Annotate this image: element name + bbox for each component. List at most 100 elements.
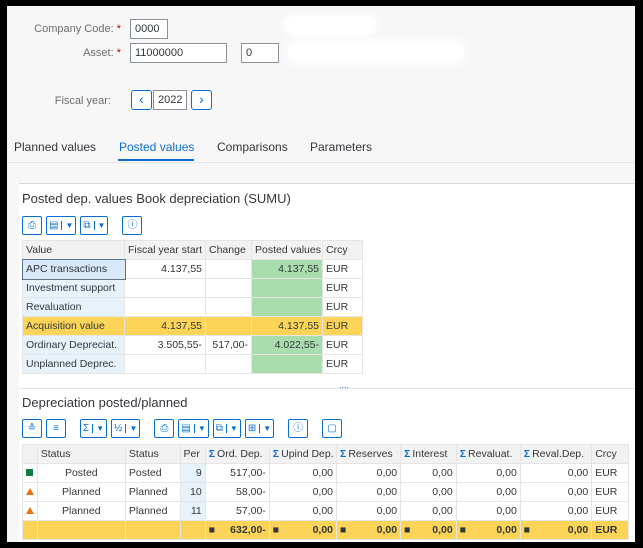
posted-cell: 4.137,55 bbox=[251, 259, 323, 279]
sum-icon: Σ bbox=[404, 448, 411, 460]
table-row[interactable]: Planned Planned 10 58,00- 0,00 0,00 0,00… bbox=[22, 482, 629, 502]
interest-total: ■ 0,00 bbox=[400, 520, 457, 540]
posted-cell: 4.022,55- bbox=[251, 335, 323, 355]
chevron-down-icon: ▼ bbox=[225, 424, 238, 433]
chevron-down-icon: ▼ bbox=[259, 424, 272, 433]
asset-subnumber-input[interactable]: 0 bbox=[241, 43, 279, 63]
crcy-cell: EUR bbox=[591, 463, 629, 483]
prev-year-button[interactable]: ‹ bbox=[131, 90, 152, 110]
table-row[interactable]: Investment support EUR bbox=[22, 278, 363, 298]
export-menu-button[interactable]: ▤ ▼ bbox=[46, 216, 77, 235]
value-cell[interactable]: Revaluation bbox=[22, 297, 125, 317]
export-icon: ▤ bbox=[181, 423, 191, 434]
column-header[interactable]: Fiscal year start bbox=[124, 240, 206, 260]
column-header[interactable]: Value bbox=[22, 240, 125, 260]
export-menu-button[interactable]: ▤ ▼ bbox=[178, 419, 209, 438]
table-row[interactable]: Acquisition value 4.137,55 4.137,55 EUR bbox=[22, 316, 363, 336]
redacted-area bbox=[283, 14, 378, 36]
details-button[interactable]: ⓘ bbox=[288, 419, 309, 438]
reval-dep-total: ■ 0,00 bbox=[519, 520, 593, 540]
collapse-button[interactable]: ≙ bbox=[22, 419, 42, 438]
printer-icon: ⎙ bbox=[28, 220, 36, 231]
copy-icon: ⧉ bbox=[83, 220, 91, 231]
column-header[interactable]: Status bbox=[36, 444, 126, 464]
chevron-down-icon: ▼ bbox=[125, 424, 138, 433]
details-button[interactable]: ⓘ bbox=[122, 216, 143, 235]
column-header[interactable]: Σ Revaluat. bbox=[455, 444, 521, 464]
change-cell bbox=[205, 278, 252, 298]
chevron-down-icon: ▼ bbox=[61, 221, 74, 230]
column-header[interactable]: Change bbox=[205, 240, 252, 260]
value-cell[interactable]: Unplanned Deprec. bbox=[22, 354, 125, 374]
tab-parameters[interactable]: Parameters bbox=[310, 140, 372, 154]
reval-dep-cell: 0,00 bbox=[519, 482, 593, 502]
column-header[interactable]: Crcy bbox=[322, 240, 363, 260]
table-row[interactable]: Posted Posted 9 517,00- 0,00 0,00 0,00 0… bbox=[22, 463, 629, 483]
column-header[interactable]: Status bbox=[124, 444, 181, 464]
column-header[interactable]: Σ Interest bbox=[400, 444, 457, 464]
status-icon-cell bbox=[22, 463, 38, 483]
depreciation-title: Depreciation posted/planned bbox=[22, 395, 188, 410]
content-panel: Posted dep. values Book depreciation (SU… bbox=[19, 183, 635, 542]
next-year-button[interactable]: › bbox=[191, 90, 212, 110]
unpl-dep-total: ■ 0,00 bbox=[268, 520, 338, 540]
period-cell: 11 bbox=[179, 501, 206, 521]
layout-menu-button[interactable]: ⊞ ▼ bbox=[244, 419, 275, 438]
views-menu-button[interactable]: ⧉ ▼ bbox=[212, 419, 241, 438]
column-header[interactable]: Posted values bbox=[251, 240, 323, 260]
column-header[interactable]: Σ Reval.Dep. bbox=[519, 444, 593, 464]
value-cell[interactable]: Acquisition value bbox=[22, 316, 125, 336]
column-header[interactable]: Σ Ord. Dep. bbox=[204, 444, 270, 464]
change-cell bbox=[205, 354, 252, 374]
views-menu-button[interactable]: ⧉ ▼ bbox=[80, 216, 109, 235]
subtotal-menu-button[interactable]: ½ ▼ bbox=[111, 419, 141, 438]
fy-start-cell bbox=[124, 278, 206, 298]
status-icon-cell bbox=[22, 501, 38, 521]
tab-planned-values[interactable]: Planned values bbox=[14, 140, 96, 154]
filter-button[interactable]: ≡ bbox=[46, 419, 66, 438]
table-row[interactable]: APC transactions 4.137,55 4.137,55 EUR bbox=[21, 258, 363, 280]
unpl-dep-cell: 0,00 bbox=[268, 501, 338, 521]
table-row[interactable]: Unplanned Deprec. EUR bbox=[22, 354, 363, 374]
interest-cell: 0,00 bbox=[400, 501, 457, 521]
tab-posted-values[interactable]: Posted values bbox=[119, 140, 194, 154]
asset-input[interactable]: 11000000 bbox=[130, 43, 227, 63]
interest-cell: 0,00 bbox=[400, 463, 457, 483]
reserves-cell: 0,00 bbox=[335, 482, 402, 502]
value-cell[interactable]: APC transactions bbox=[21, 258, 126, 280]
column-header[interactable]: Σ Upind Dep. bbox=[268, 444, 338, 464]
tab-comparisons[interactable]: Comparisons bbox=[217, 140, 288, 154]
column-header[interactable]: Per bbox=[179, 444, 206, 464]
table-row[interactable]: Revaluation EUR bbox=[22, 297, 363, 317]
document-button[interactable]: ▢ bbox=[322, 419, 343, 438]
change-cell bbox=[205, 316, 252, 336]
chevron-down-icon: ▼ bbox=[93, 221, 106, 230]
column-header[interactable]: Crcy bbox=[591, 444, 629, 464]
crcy-cell: EUR bbox=[322, 259, 363, 279]
revaluation-cell: 0,00 bbox=[455, 482, 521, 502]
crcy-cell: EUR bbox=[322, 354, 363, 374]
layout-icon: ⊞ bbox=[247, 423, 257, 434]
column-header[interactable]: Σ Reserves bbox=[335, 444, 402, 464]
print-button[interactable]: ⎙ bbox=[22, 216, 42, 235]
change-cell bbox=[205, 297, 252, 317]
crcy-cell: EUR bbox=[322, 316, 363, 336]
value-cell[interactable]: Investment support bbox=[22, 278, 125, 298]
fy-start-cell: 3.505,55- bbox=[124, 335, 206, 355]
status-icon-cell bbox=[22, 482, 38, 502]
print-button[interactable]: ⎙ bbox=[154, 419, 175, 438]
reserves-cell: 0,00 bbox=[335, 463, 402, 483]
fiscal-year-label: Fiscal year: bbox=[54, 95, 111, 107]
active-tab-indicator bbox=[118, 159, 194, 161]
fiscal-year-input[interactable]: 2022 bbox=[153, 90, 187, 110]
table-row[interactable]: Planned Planned 11 57,00- 0,00 0,00 0,00… bbox=[22, 501, 629, 521]
company-code-input[interactable]: 0000 bbox=[130, 19, 168, 39]
tab-divider bbox=[7, 162, 635, 163]
sum-menu-button[interactable]: Σ ▼ bbox=[80, 419, 108, 438]
tab-bar: Planned values Posted values Comparisons… bbox=[7, 140, 635, 164]
total-row[interactable]: ■ 632,00- ■ 0,00 ■ 0,00 ■ 0,00 ■ 0,00 ■ 0,00 E… bbox=[22, 520, 629, 540]
sum-icon: Σ bbox=[340, 448, 347, 460]
value-cell[interactable]: Ordinary Depreciat. bbox=[22, 335, 125, 355]
table-row[interactable]: Ordinary Depreciat. 3.505,55- 517,00- 4.… bbox=[22, 335, 363, 355]
column-header bbox=[22, 444, 38, 464]
